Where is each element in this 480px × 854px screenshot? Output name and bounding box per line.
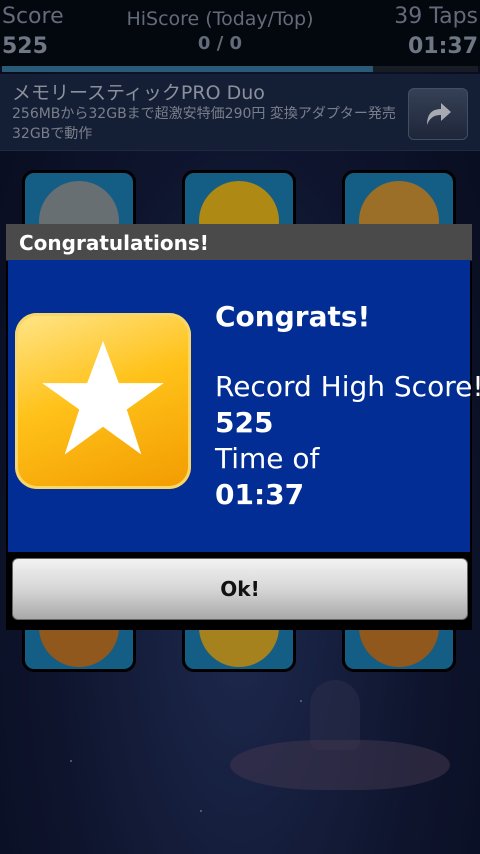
- final-time: 01:37: [215, 478, 305, 511]
- ok-button[interactable]: Ok!: [12, 558, 468, 620]
- dialog-title: Congratulations!: [19, 231, 209, 255]
- final-score: 525: [215, 406, 274, 439]
- congrats-heading: Congrats!: [215, 300, 371, 333]
- record-message: Record High Score!: [215, 370, 480, 403]
- star-icon: [15, 313, 191, 489]
- dialog-title-bar: Congratulations!: [6, 224, 472, 261]
- dialog-body: Congrats! Record High Score! 525 Time of…: [8, 260, 480, 552]
- ok-button-label: Ok!: [220, 577, 260, 601]
- congrats-dialog: Congratulations! Congrats! Record High S…: [6, 224, 480, 630]
- time-label: Time of: [215, 442, 320, 475]
- dialog-footer: Ok!: [6, 552, 472, 630]
